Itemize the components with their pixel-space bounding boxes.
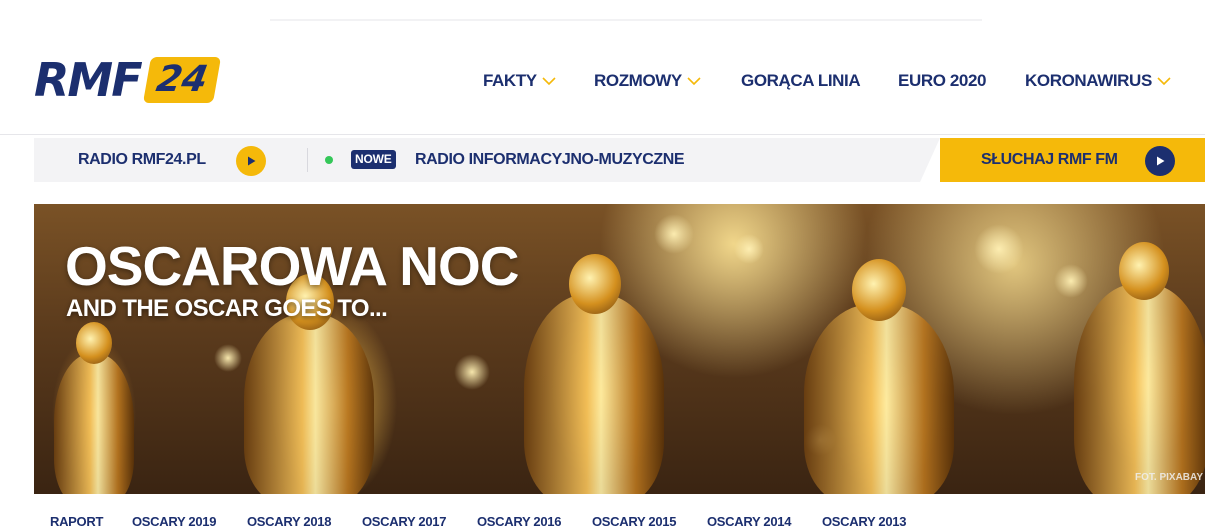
- rmf24-logo[interactable]: RMF 24: [34, 53, 221, 107]
- tab-raport[interactable]: RAPORT: [50, 514, 103, 529]
- nav-item-fakty[interactable]: FAKTY: [483, 66, 556, 96]
- tab-oscary-2019[interactable]: OSCARY 2019: [132, 514, 216, 529]
- nav-item-label: KORONAWIRUS: [1025, 71, 1152, 90]
- nav-item-label: GORĄCA LINIA: [741, 71, 861, 90]
- chevron-down-icon: [687, 76, 701, 86]
- oscar-statue: [54, 354, 134, 494]
- radio-rmf24-play-button[interactable]: [236, 146, 266, 176]
- top-divider: [270, 19, 982, 21]
- bokeh-light: [454, 354, 490, 390]
- oscar-statue-head: [569, 254, 621, 314]
- oscar-statue-head: [76, 322, 112, 364]
- new-badge: NOWE: [351, 150, 396, 169]
- listen-rmf-fm-label[interactable]: SŁUCHAJ RMF FM: [981, 138, 1118, 182]
- oscar-statue-head: [1119, 242, 1169, 300]
- nav-item-rozmowy[interactable]: ROZMOWY: [594, 66, 701, 96]
- logo-24-badge: 24: [142, 57, 221, 103]
- radio-bar: RADIO RMF24.PL NOWE RADIO INFORMACYJNO-M…: [34, 138, 1205, 182]
- tab-oscary-2014[interactable]: OSCARY 2014: [707, 514, 791, 529]
- oscar-statue: [524, 294, 664, 494]
- oscar-hero-banner[interactable]: OSCAROWA NOC AND THE OSCAR GOES TO... FO…: [34, 204, 1205, 494]
- nav-item-label: FAKTY: [483, 71, 537, 90]
- bokeh-light: [654, 214, 694, 254]
- listen-rmf-fm-play-button[interactable]: [1145, 146, 1175, 176]
- radio-bar-separator: [307, 148, 308, 172]
- play-icon: [1157, 156, 1165, 166]
- tab-oscary-2017[interactable]: OSCARY 2017: [362, 514, 446, 529]
- tab-oscary-2013[interactable]: OSCARY 2013: [822, 514, 906, 529]
- nav-item-koronawirus[interactable]: KORONAWIRUS: [1025, 66, 1171, 96]
- tab-oscary-2018[interactable]: OSCARY 2018: [247, 514, 331, 529]
- live-indicator-dot: [325, 156, 333, 164]
- header-divider: [0, 134, 1205, 135]
- play-icon: [248, 156, 256, 166]
- tab-oscary-2016[interactable]: OSCARY 2016: [477, 514, 561, 529]
- oscar-statue: [1074, 284, 1205, 494]
- oscar-statue: [244, 314, 374, 494]
- chevron-down-icon: [1157, 76, 1171, 86]
- bokeh-light: [974, 224, 1024, 274]
- nav-item-label: EURO 2020: [898, 71, 987, 90]
- radio-rmf24-link[interactable]: RADIO RMF24.PL: [78, 138, 206, 182]
- bokeh-light: [734, 234, 764, 264]
- logo-rmf-text: RMF: [34, 53, 143, 107]
- radio-info-music-link[interactable]: RADIO INFORMACYJNO-MUZYCZNE: [415, 138, 685, 182]
- hero-subtitle: AND THE OSCAR GOES TO...: [66, 295, 388, 322]
- oscar-statue-head: [852, 259, 906, 321]
- tab-oscary-2015[interactable]: OSCARY 2015: [592, 514, 676, 529]
- nav-item-goraca-linia[interactable]: GORĄCA LINIA: [741, 66, 861, 96]
- chevron-down-icon: [542, 76, 556, 86]
- oscar-statue: [804, 304, 954, 494]
- nav-item-label: ROZMOWY: [594, 71, 682, 90]
- bokeh-light: [1054, 264, 1088, 298]
- hero-title: OSCAROWA NOC: [65, 235, 519, 297]
- photo-credit: FOT. PIXABAY: [1135, 472, 1203, 483]
- nav-item-euro-2020[interactable]: EURO 2020: [898, 66, 986, 96]
- bokeh-light: [214, 344, 242, 372]
